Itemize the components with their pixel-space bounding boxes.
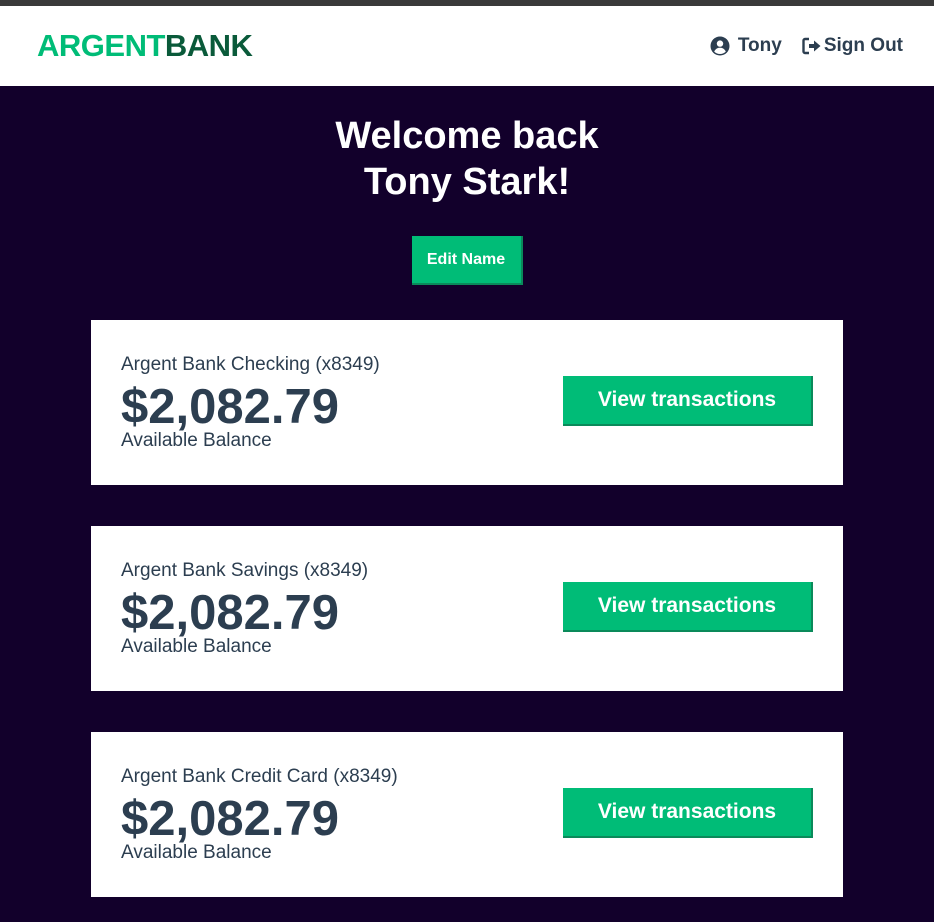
account-card-checking: Argent Bank Checking (x8349) $2,082.79 A… bbox=[91, 320, 843, 485]
user-profile-link[interactable]: Tony bbox=[710, 35, 782, 57]
view-transactions-button[interactable]: View transactions bbox=[563, 787, 813, 838]
account-card-credit: Argent Bank Credit Card (x8349) $2,082.7… bbox=[91, 732, 843, 897]
logo-text-argent: ARGENT bbox=[37, 28, 165, 63]
account-amount-description: Available Balance bbox=[121, 841, 272, 863]
logo-text-bank: BANK bbox=[164, 28, 253, 63]
account-amount: $2,082.79 bbox=[121, 791, 339, 846]
account-info: Argent Bank Checking (x8349) $2,082.79 A… bbox=[121, 354, 380, 452]
view-transactions-button[interactable]: View transactions bbox=[563, 375, 813, 426]
account-title: Argent Bank Savings (x8349) bbox=[121, 559, 369, 581]
sign-out-link[interactable]: Sign Out bbox=[802, 35, 903, 57]
account-info: Argent Bank Savings (x8349) $2,082.79 Av… bbox=[121, 560, 368, 658]
view-transactions-button[interactable]: View transactions bbox=[563, 581, 813, 632]
account-amount: $2,082.79 bbox=[121, 379, 339, 434]
sign-out-icon bbox=[802, 37, 822, 55]
account-title: Argent Bank Credit Card (x8349) bbox=[121, 765, 398, 787]
account-title: Argent Bank Checking (x8349) bbox=[121, 353, 380, 375]
welcome-header: Welcome back Tony Stark! Edit Name bbox=[0, 86, 934, 285]
accounts-list: Argent Bank Checking (x8349) $2,082.79 A… bbox=[91, 320, 843, 922]
edit-name-button[interactable]: Edit Name bbox=[411, 236, 523, 285]
welcome-line-2: Tony Stark! bbox=[363, 161, 571, 203]
account-info: Argent Bank Credit Card (x8349) $2,082.7… bbox=[121, 766, 398, 864]
welcome-line-1: Welcome back bbox=[335, 115, 599, 157]
main-nav: ARGENT BANK Tony Sign Out bbox=[0, 6, 934, 86]
welcome-title: Welcome back Tony Stark! bbox=[0, 113, 934, 205]
user-circle-icon bbox=[710, 36, 730, 56]
nav-links: Tony Sign Out bbox=[710, 35, 903, 57]
user-name: Tony bbox=[737, 35, 782, 56]
account-card-savings: Argent Bank Savings (x8349) $2,082.79 Av… bbox=[91, 526, 843, 691]
logo[interactable]: ARGENT BANK bbox=[37, 28, 253, 64]
account-amount-description: Available Balance bbox=[121, 429, 272, 451]
account-amount: $2,082.79 bbox=[121, 585, 339, 640]
sign-out-label: Sign Out bbox=[823, 35, 903, 56]
